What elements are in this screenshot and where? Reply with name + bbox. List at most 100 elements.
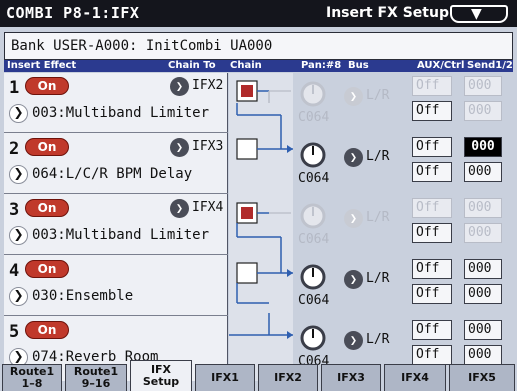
slot-number: 2: [9, 139, 20, 159]
page-menu-button[interactable]: ▼: [450, 5, 508, 23]
ifx-on-button[interactable]: On: [25, 77, 69, 95]
col-insert-effect: Insert Effect: [7, 60, 77, 71]
pan-knob-icon[interactable]: [300, 81, 326, 107]
pan-value: C064: [298, 232, 330, 247]
effect-name[interactable]: 030:Ensemble: [32, 288, 133, 304]
pan-knob-icon[interactable]: [300, 264, 326, 290]
col-bus: Bus: [348, 60, 369, 71]
bus-value: L/R: [366, 149, 390, 164]
send2-value[interactable]: 000: [464, 223, 502, 243]
send1-value[interactable]: 000: [464, 259, 502, 279]
pan-knob-icon[interactable]: [300, 142, 326, 168]
col-send: Send1/2: [467, 60, 513, 71]
column-header: Insert Effect Chain To Chain Pan:#8 Bus …: [4, 60, 513, 72]
tab-ifx5[interactable]: IFX5: [449, 364, 515, 391]
send1-value[interactable]: 000: [464, 198, 502, 218]
aux-value[interactable]: Off: [412, 137, 452, 157]
ifx-slot-1: 1 On ❯ IFX2 ❯ 003:Multiband Limiter: [4, 73, 228, 133]
effect-name[interactable]: 064:L/C/R BPM Delay: [32, 166, 192, 182]
send1-value-selected[interactable]: 000: [464, 137, 502, 157]
pan-value: C064: [298, 293, 330, 308]
tab-route1-9-16[interactable]: Route1 9–16: [65, 364, 127, 391]
tab-ifx3[interactable]: IFX3: [321, 364, 381, 391]
page-tabs: Route1 1–8 Route1 9–16 IFX Setup IFX1 IFX2 …: [0, 360, 517, 391]
bus-value: L/R: [366, 210, 390, 225]
output-row-4: C064 ❯ L/R Off 000 Off 000: [294, 256, 513, 316]
ifx-slot-3: 3 On ❯ IFX4 ❯ 003:Multiband Limiter: [4, 195, 228, 255]
chevron-down-icon: ▼: [471, 6, 482, 22]
slot-number: 4: [9, 261, 20, 281]
effect-select-arrow-icon[interactable]: ❯: [9, 165, 28, 184]
send1-value[interactable]: 000: [464, 320, 502, 340]
chevron-right-icon: ❯: [170, 77, 189, 96]
effect-select-arrow-icon[interactable]: ❯: [9, 104, 28, 123]
bank-program-label: Bank USER-A000: InitCombi UA000: [4, 32, 513, 60]
ifx-on-button[interactable]: On: [25, 138, 69, 156]
chevron-right-icon: ❯: [344, 87, 363, 106]
slot-number: 1: [9, 78, 20, 98]
chain-to-label: IFX2: [192, 78, 224, 93]
ifx-on-button[interactable]: On: [25, 260, 69, 278]
chevron-right-icon: ❯: [344, 331, 363, 350]
output-row-1: C064 ❯ L/R Off 000 Off 000: [294, 73, 513, 133]
chain-checkbox-off-icon: [236, 262, 258, 284]
effect-select-arrow-icon[interactable]: ❯: [9, 226, 28, 245]
bus-value: L/R: [366, 88, 390, 103]
ctrl-value[interactable]: Off: [412, 223, 452, 243]
effect-select-arrow-icon[interactable]: ❯: [9, 287, 28, 306]
chain-checkbox-off-icon: [236, 138, 258, 160]
effect-name[interactable]: 003:Multiband Limiter: [32, 227, 209, 243]
aux-value[interactable]: Off: [412, 76, 452, 96]
chain-to-label: IFX3: [192, 139, 224, 154]
tab-ifx2[interactable]: IFX2: [258, 364, 318, 391]
aux-value[interactable]: Off: [412, 259, 452, 279]
insert-effect-list: 1 On ❯ IFX2 ❯ 003:Multiband Limiter 2 On…: [4, 73, 228, 381]
chevron-right-icon: ❯: [344, 209, 363, 228]
tab-ifx4[interactable]: IFX4: [384, 364, 446, 391]
output-row-2: C064 ❯ L/R Off 000 Off 000: [294, 134, 513, 194]
ifx-on-button[interactable]: On: [25, 321, 69, 339]
pan-knob-icon[interactable]: [300, 325, 326, 351]
col-aux-ctrl: AUX/Ctrl: [417, 60, 465, 71]
bus-value: L/R: [366, 271, 390, 286]
chain-to-button[interactable]: ❯ IFX4: [170, 198, 228, 220]
send2-value[interactable]: 000: [464, 162, 502, 182]
ctrl-value[interactable]: Off: [412, 345, 452, 365]
aux-value[interactable]: Off: [412, 320, 452, 340]
bus-value: L/R: [366, 332, 390, 347]
ifx-on-button[interactable]: On: [25, 199, 69, 217]
aux-value[interactable]: Off: [412, 198, 452, 218]
chevron-right-icon: ❯: [344, 148, 363, 167]
chain-diagram: [229, 73, 293, 381]
chevron-right-icon: ❯: [344, 270, 363, 289]
page-title: Insert FX Setup: [326, 5, 449, 21]
tab-ifx-setup[interactable]: IFX Setup: [130, 360, 192, 391]
col-chain: Chain: [230, 60, 262, 71]
send2-value[interactable]: 000: [464, 345, 502, 365]
pan-knob-icon[interactable]: [300, 203, 326, 229]
mode-title: COMBI P8-1:IFX: [6, 4, 140, 22]
output-routing-panel: C064 ❯ L/R Off 000 Off 000 C064 ❯ L/R Of…: [294, 73, 513, 381]
send2-value[interactable]: 000: [464, 101, 502, 121]
chain-to-button[interactable]: ❯ IFX3: [170, 137, 228, 159]
ctrl-value[interactable]: Off: [412, 284, 452, 304]
chain-mark-icon: [241, 85, 253, 97]
ifx-slot-4: 4 On ❯ 030:Ensemble: [4, 256, 228, 316]
send1-value[interactable]: 000: [464, 76, 502, 96]
chain-to-button[interactable]: ❯ IFX2: [170, 76, 228, 98]
tab-ifx1[interactable]: IFX1: [195, 364, 255, 391]
tab-route1-1-8[interactable]: Route1 1–8: [2, 364, 62, 391]
ctrl-value[interactable]: Off: [412, 101, 452, 121]
title-bar: COMBI P8-1:IFX Insert FX Setup ▼: [0, 0, 517, 27]
send2-value[interactable]: 000: [464, 284, 502, 304]
ifx-setup-screen: COMBI P8-1:IFX Insert FX Setup ▼ Bank US…: [0, 0, 517, 391]
slot-number: 5: [9, 322, 20, 342]
ctrl-value[interactable]: Off: [412, 162, 452, 182]
ifx-slot-2: 2 On ❯ IFX3 ❯ 064:L/C/R BPM Delay: [4, 134, 228, 194]
chain-mark-icon: [241, 207, 253, 219]
pan-value: C064: [298, 171, 330, 186]
chain-to-label: IFX4: [192, 200, 224, 215]
effect-name[interactable]: 003:Multiband Limiter: [32, 105, 209, 121]
slot-number: 3: [9, 200, 20, 220]
chain-diagram-graphic: [229, 80, 293, 339]
